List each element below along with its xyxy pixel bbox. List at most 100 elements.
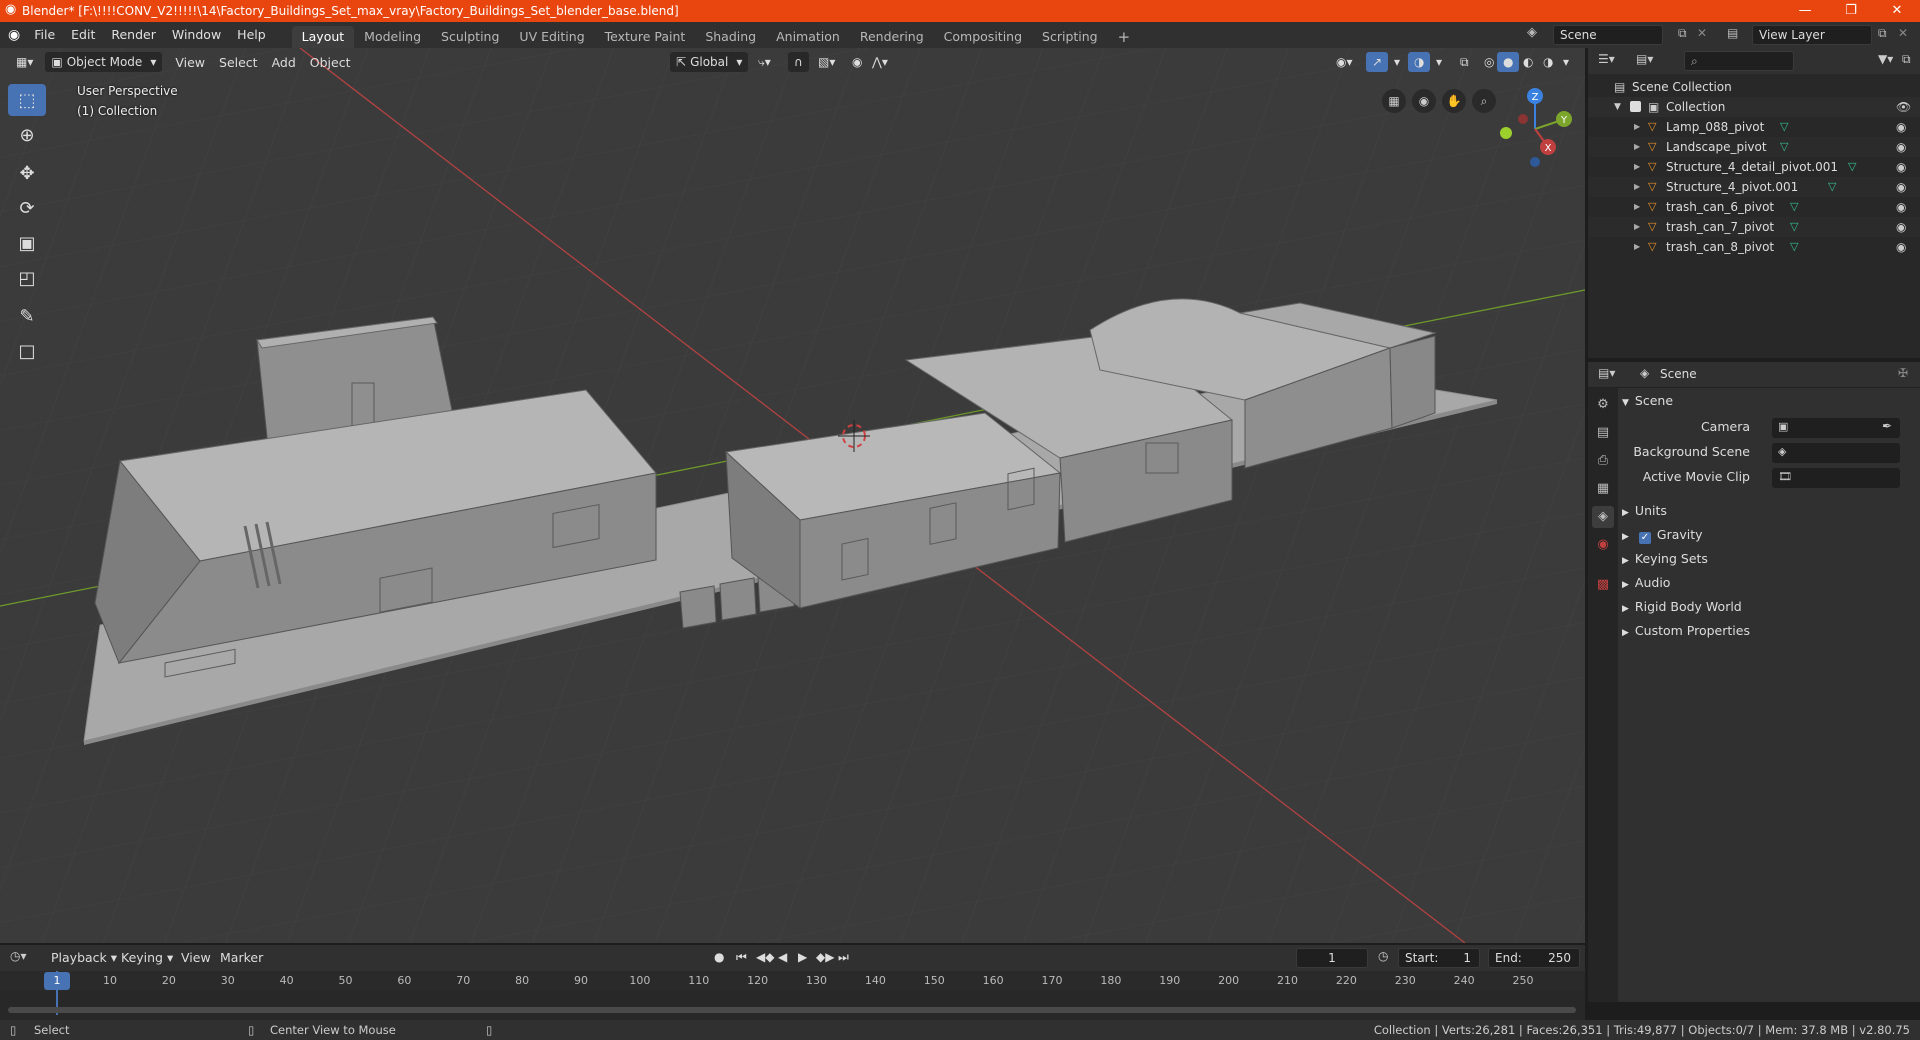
eye-icon[interactable]: ◉ [1896, 157, 1906, 177]
viewport-menu-object[interactable]: Object [303, 55, 358, 70]
navigation-gizmo[interactable]: Z Y X [1490, 84, 1580, 174]
timeline-editor-type-icon[interactable]: ◷▾ [10, 949, 27, 963]
close-window-button[interactable]: ✕ [1874, 0, 1920, 22]
jump-start-button[interactable]: ⏮ [736, 950, 747, 965]
tab-shading[interactable]: Shading [695, 26, 766, 48]
expand-arrow-icon[interactable]: ▶ [1634, 157, 1640, 177]
tool-tab-icon[interactable]: ⚙ [1592, 394, 1614, 416]
eye-icon[interactable]: ◉ [1896, 217, 1906, 237]
blender-menu-icon[interactable]: ◉ [8, 27, 20, 43]
start-frame-field[interactable]: Start: 1 [1398, 948, 1480, 968]
eyedropper-icon[interactable]: ✒ [1882, 419, 1892, 433]
gizmo-toggle-icon[interactable]: ↗ [1366, 52, 1389, 72]
pivot-point-icon[interactable]: ⤷▾ [752, 52, 777, 72]
mesh-data-icon[interactable]: ▽ [1790, 237, 1798, 257]
gravity-panel[interactable]: ▶ ✓ Gravity [1622, 524, 1920, 546]
tab-sculpting[interactable]: Sculpting [431, 26, 509, 48]
expand-arrow-icon[interactable]: ▼ [1614, 97, 1621, 117]
overlays-dropdown-icon[interactable]: ▾ [1430, 52, 1448, 72]
eye-icon[interactable]: 👁 [1896, 97, 1911, 117]
camera-view-icon[interactable]: ◉ [1412, 89, 1436, 113]
viewport-menu-add[interactable]: Add [265, 55, 303, 70]
menu-render[interactable]: Render [103, 22, 164, 48]
transform-orientation-dropdown[interactable]: ⇱ Global ▾ [670, 52, 749, 72]
snap-target-icon[interactable]: ▧▾ [812, 52, 841, 72]
overlays-toggle-icon[interactable]: ◑ [1408, 52, 1431, 72]
measure-tool[interactable]: □ [8, 335, 46, 367]
custom-properties-panel[interactable]: ▶ Custom Properties [1622, 620, 1920, 642]
new-view-layer-icon[interactable]: ⧉ [1878, 26, 1887, 41]
tab-rendering[interactable]: Rendering [850, 26, 934, 48]
outliner-search-input[interactable]: ⌕ [1684, 51, 1794, 71]
viewport-menu-view[interactable]: View [168, 55, 212, 70]
transform-tool[interactable]: ◰ [8, 262, 46, 294]
mesh-data-icon[interactable]: ▽ [1848, 157, 1856, 177]
mesh-data-icon[interactable]: ▽ [1828, 177, 1836, 197]
timeline-scrollbar[interactable] [8, 1007, 1576, 1013]
record-button[interactable]: ● [714, 950, 724, 964]
timeline-menu-playback[interactable]: Playback ▾ [44, 950, 124, 965]
preview-range-icon[interactable]: ◷ [1378, 949, 1388, 963]
tab-scripting[interactable]: Scripting [1032, 26, 1108, 48]
render-tab-icon[interactable]: ▤ [1592, 422, 1614, 444]
scene-field[interactable]: Scene [1553, 25, 1663, 45]
active-movie-clip-field[interactable]: 🎞 [1772, 468, 1900, 488]
view-layer-field[interactable]: View Layer [1752, 25, 1872, 45]
gizmo-dropdown-icon[interactable]: ▾ [1388, 52, 1406, 72]
tab-uv-editing[interactable]: UV Editing [509, 26, 594, 48]
world-tab-icon[interactable]: ◉ [1592, 534, 1614, 556]
outliner-row-scene-collection[interactable]: ▤ Scene Collection [1588, 77, 1920, 97]
editor-type-icon[interactable]: ▦▾ [10, 52, 39, 72]
xray-toggle-icon[interactable]: ⧉ [1454, 52, 1475, 72]
new-collection-icon[interactable]: ⧉ [1902, 52, 1911, 67]
tab-texture-paint[interactable]: Texture Paint [595, 26, 696, 48]
gravity-checkbox[interactable]: ✓ [1638, 532, 1651, 544]
shading-dropdown-icon[interactable]: ▾ [1557, 52, 1575, 72]
playhead-marker[interactable]: 1 [44, 972, 70, 990]
eye-icon[interactable]: ◉ [1896, 237, 1906, 257]
add-workspace-button[interactable]: + [1108, 26, 1141, 48]
eye-icon[interactable]: ◉ [1896, 137, 1906, 157]
play-reverse-button[interactable]: ◀ [778, 950, 787, 964]
outliner-row-object[interactable]: ▶ ▽ Structure_4_detail_pivot.001 ▽ ◉ [1588, 157, 1920, 177]
expand-arrow-icon[interactable]: ▶ [1634, 137, 1640, 157]
snap-icon[interactable]: ∩ [788, 52, 809, 72]
mesh-data-icon[interactable]: ▽ [1780, 137, 1788, 157]
prev-keyframe-button[interactable]: ◀◆ [756, 950, 774, 964]
texture-tab-icon[interactable]: ▩ [1592, 574, 1614, 596]
select-box-tool[interactable]: ⬚ [8, 84, 46, 116]
object-mode-dropdown[interactable]: ▣ Object Mode ▾ [45, 52, 163, 72]
outliner-editor-type-icon[interactable]: ☰▾ [1598, 52, 1615, 66]
expand-arrow-icon[interactable]: ▶ [1634, 197, 1640, 217]
outliner-row-object[interactable]: ▶ ▽ Landscape_pivot ▽ ◉ [1588, 137, 1920, 157]
frame-ruler[interactable]: 1102030405060708090100110120130140150160… [0, 971, 1585, 991]
mesh-data-icon[interactable]: ▽ [1790, 197, 1798, 217]
outliner-row-object[interactable]: ▶ ▽ Lamp_088_pivot ▽ ◉ [1588, 117, 1920, 137]
remove-view-layer-icon[interactable]: ✕ [1898, 26, 1908, 40]
end-frame-field[interactable]: End: 250 [1488, 948, 1580, 968]
minimize-button[interactable]: — [1782, 0, 1828, 22]
camera-field[interactable]: ▣ ✒ [1772, 418, 1900, 438]
mesh-data-icon[interactable]: ▽ [1790, 217, 1798, 237]
viewport-scene[interactable] [0, 48, 1585, 943]
scene-tab-icon[interactable]: ◈ [1592, 506, 1614, 528]
menu-file[interactable]: File [26, 22, 63, 48]
keying-sets-panel[interactable]: ▶ Keying Sets [1622, 548, 1920, 570]
scene-browse-icon[interactable]: ◈ [1527, 25, 1537, 40]
timeline-menu-marker[interactable]: Marker [213, 950, 270, 965]
expand-arrow-icon[interactable]: ▶ [1634, 177, 1640, 197]
rotate-tool[interactable]: ⟳ [8, 192, 46, 224]
outliner-row-object[interactable]: ▶ ▽ trash_can_8_pivot ▽ ◉ [1588, 237, 1920, 257]
pan-view-icon[interactable]: ✋ [1442, 89, 1466, 113]
visibility-toggle-icon[interactable]: ◉▾ [1330, 52, 1359, 72]
mesh-data-icon[interactable]: ▽ [1780, 117, 1788, 137]
filter-icon[interactable]: ▼▾ [1878, 52, 1893, 66]
expand-arrow-icon[interactable]: ▶ [1634, 237, 1640, 257]
menu-window[interactable]: Window [164, 22, 229, 48]
timeline-menu-keying[interactable]: Keying ▾ [114, 950, 180, 965]
outliner-row-object[interactable]: ▶ ▽ Structure_4_pivot.001 ▽ ◉ [1588, 177, 1920, 197]
tab-compositing[interactable]: Compositing [934, 26, 1032, 48]
scene-panel-header[interactable]: ▼ Scene [1622, 390, 1920, 412]
annotate-tool[interactable]: ✎ [8, 300, 46, 332]
current-frame-field[interactable]: 1 [1296, 948, 1368, 968]
